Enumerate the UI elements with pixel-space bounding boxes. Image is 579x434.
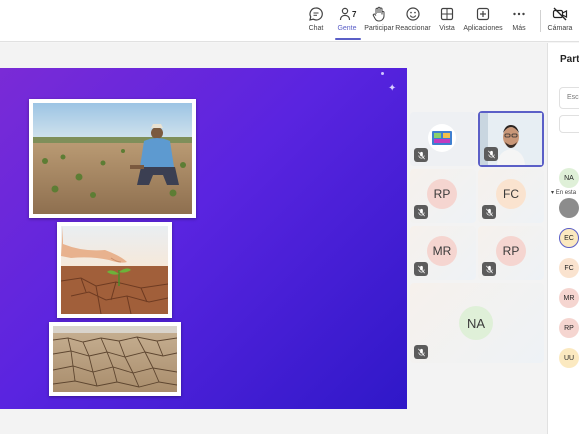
participant-tile-mr[interactable]: MR <box>410 226 476 280</box>
participant-avatar-rp-2: RP <box>496 236 526 266</box>
cracked-soil-image <box>53 326 177 392</box>
mic-muted-indicator <box>414 148 428 162</box>
mic-muted-indicator <box>482 205 496 219</box>
mic-off-icon <box>417 265 425 273</box>
emoji-icon <box>406 7 420 21</box>
more-icon <box>513 12 525 16</box>
toolbar-divider <box>540 10 541 32</box>
farmer-field-image <box>33 103 192 214</box>
more-label: Más <box>512 25 526 32</box>
apps-button[interactable]: Aplicaciones <box>463 6 503 40</box>
participant-tile-rp[interactable]: RP <box>410 169 476 223</box>
slide-photo-farmer <box>29 99 196 218</box>
participant-list-avatar-uu[interactable]: UU <box>559 348 579 368</box>
participants-panel: Partic Escr ▾ En esta NA EC FC MR RP UU <box>547 43 579 434</box>
camera-button[interactable]: Cámara <box>542 6 578 40</box>
seedling-image <box>61 226 168 314</box>
people-label: Gente <box>337 25 357 32</box>
add-app-icon <box>476 7 490 21</box>
mic-off-icon <box>485 265 493 273</box>
mic-muted-indicator <box>414 345 428 359</box>
participant-search-input[interactable]: Escr <box>559 87 579 109</box>
in-meeting-section-header[interactable]: ▾ En esta <box>551 189 576 196</box>
apps-label: Aplicaciones <box>463 25 503 32</box>
participant-avatar-rp: RP <box>427 179 457 209</box>
participant-avatar-mr: MR <box>427 236 457 266</box>
active-tab-indicator <box>335 38 361 40</box>
participant-tile-shared-screen[interactable] <box>410 112 476 166</box>
participant-list-avatar-mr[interactable]: MR <box>559 288 579 308</box>
participant-list-avatar-ec[interactable]: EC <box>559 228 579 248</box>
people-count: 7 <box>352 10 357 19</box>
share-invite-field[interactable] <box>559 115 579 133</box>
participant-list-avatar-rp[interactable]: RP <box>559 318 579 338</box>
react-label: Reaccionar <box>395 25 431 32</box>
mic-muted-indicator <box>414 262 428 276</box>
participant-avatar-fc: FC <box>496 179 526 209</box>
chat-icon <box>309 7 323 21</box>
more-button[interactable]: Más <box>499 6 539 40</box>
camera-off-icon <box>552 7 568 21</box>
participant-tile-fc[interactable]: FC <box>478 169 544 223</box>
participant-tile-rp-2[interactable]: RP <box>478 226 544 280</box>
participant-list-avatar-fc[interactable]: FC <box>559 258 579 278</box>
mic-muted-indicator <box>484 147 498 161</box>
hand-icon <box>372 6 385 22</box>
grid-icon <box>440 7 454 21</box>
participant-tile-na[interactable]: NA <box>410 283 544 363</box>
participant-list-avatar-screen[interactable] <box>559 198 579 218</box>
mic-off-icon <box>417 208 425 216</box>
section-label: En esta <box>555 190 577 196</box>
mic-off-icon <box>417 151 425 159</box>
participant-avatar-na: NA <box>459 306 493 340</box>
panel-title: Partic <box>560 54 579 65</box>
slide-photo-seedling <box>57 222 172 318</box>
view-label: Vista <box>439 25 455 32</box>
meeting-toolbar: Chat Gente 7 Participar Reaccionar Vista… <box>0 0 579 42</box>
camera-label: Cámara <box>547 25 573 32</box>
participant-list-avatar-na[interactable]: NA <box>559 168 579 188</box>
mic-off-icon <box>485 208 493 216</box>
chat-label: Chat <box>308 25 324 32</box>
raise-label: Participar <box>364 25 394 32</box>
slide-decoration-dot <box>381 72 384 75</box>
slide-photo-cracked-soil <box>49 322 181 396</box>
mic-off-icon <box>417 348 425 356</box>
mic-off-icon <box>487 150 495 158</box>
slide-sparkle-icon: ✦ <box>388 83 397 94</box>
screen-thumbnail-icon <box>432 131 452 145</box>
mic-muted-indicator <box>482 262 496 276</box>
participant-avatar-screen <box>428 124 456 152</box>
participant-tile-speaker[interactable] <box>478 111 544 167</box>
view-button[interactable]: Vista <box>427 6 467 40</box>
mic-muted-indicator <box>414 205 428 219</box>
